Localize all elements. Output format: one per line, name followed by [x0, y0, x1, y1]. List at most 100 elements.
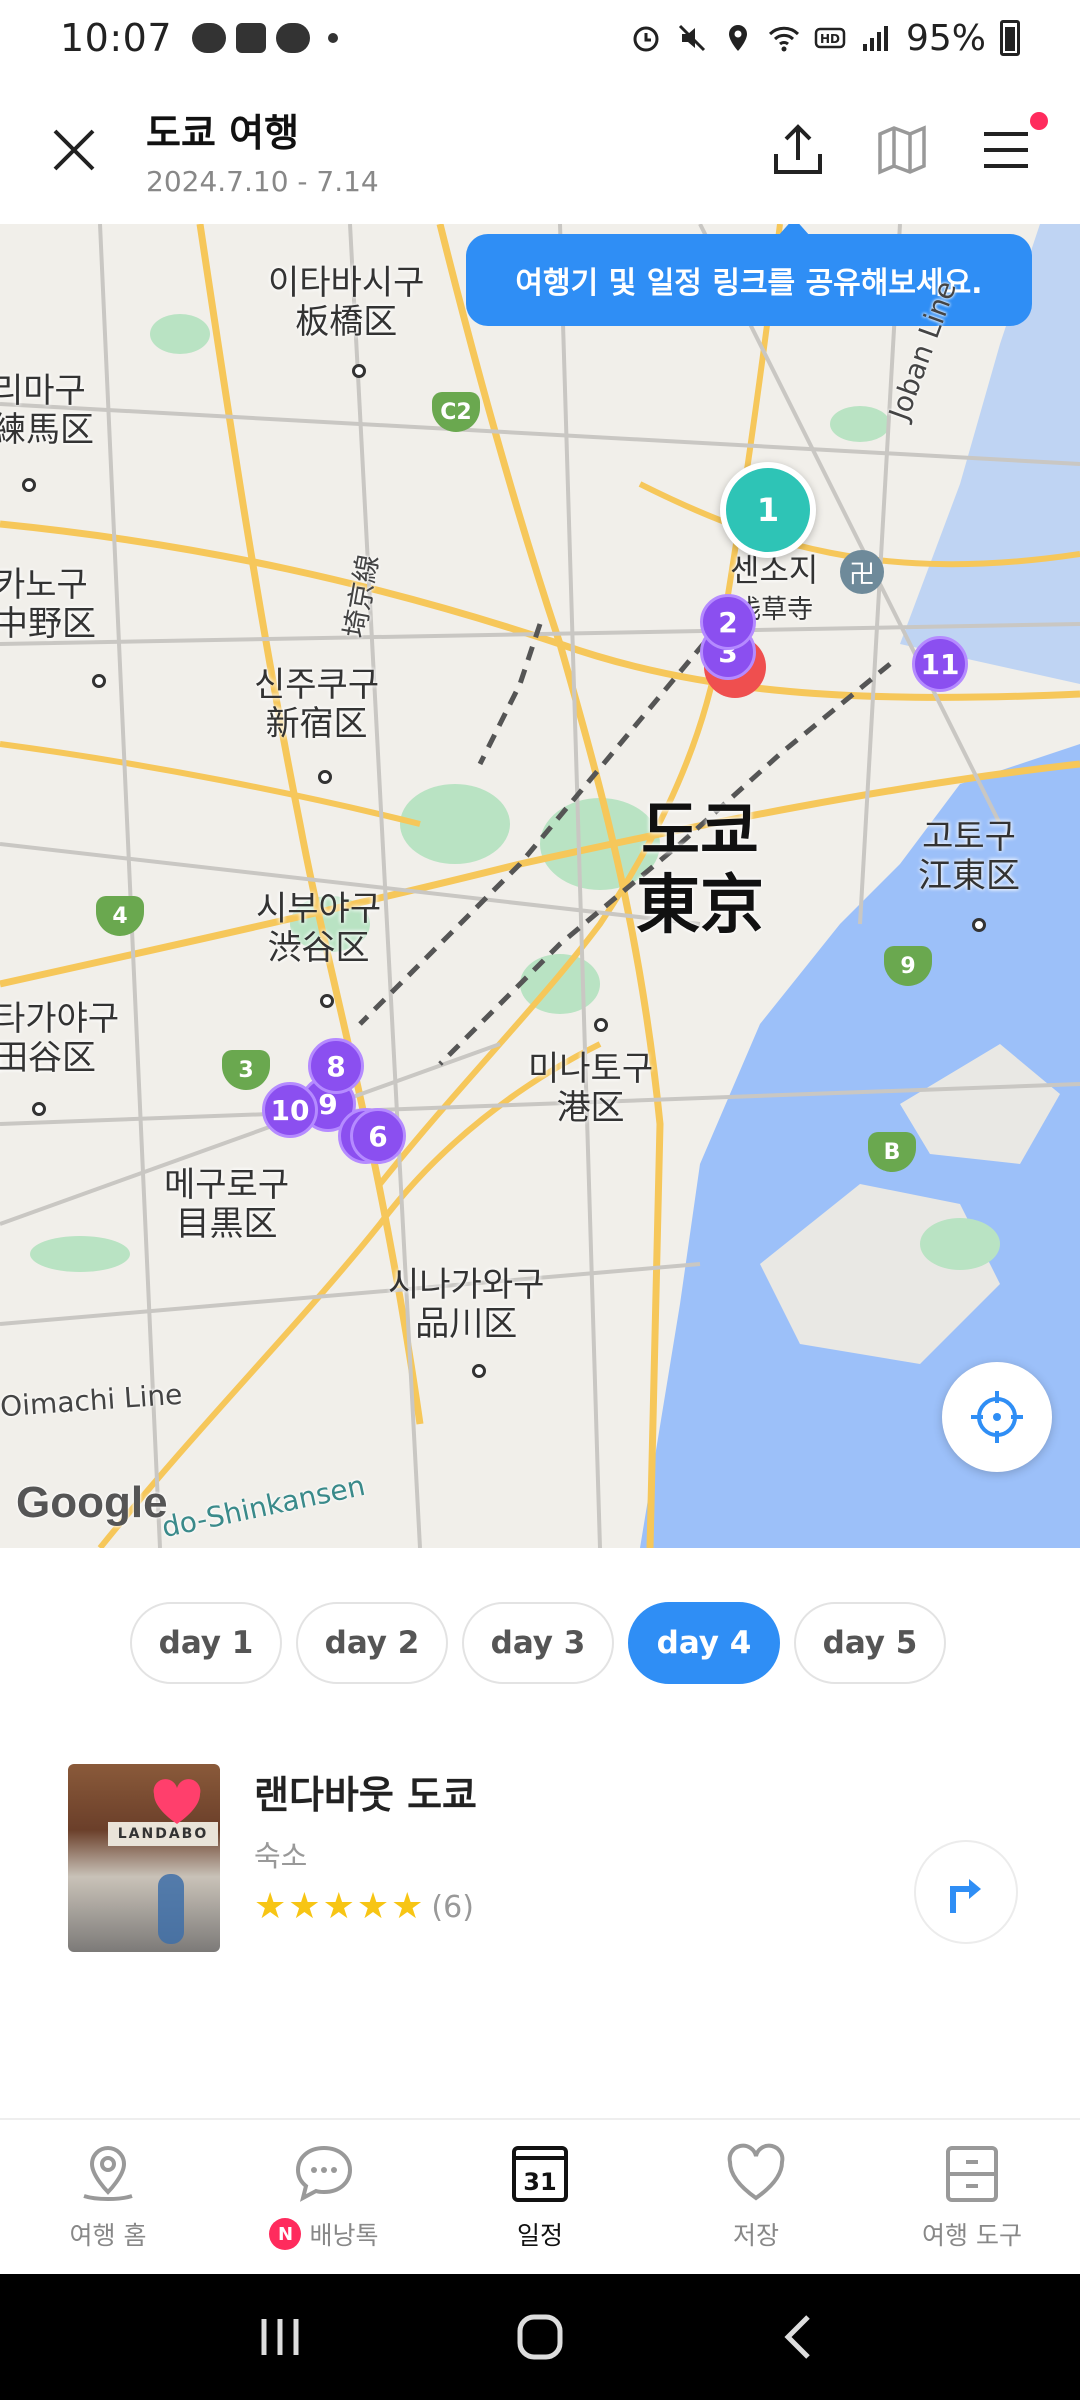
alarm-icon: [633, 26, 659, 52]
map-label-shibuya: 시부야구 渋谷区: [256, 889, 382, 969]
home-button[interactable]: [510, 2307, 570, 2367]
share-button[interactable]: [760, 112, 836, 188]
heart-icon: [727, 2143, 785, 2201]
map-label-shinagawa: 시나가와구 品川区: [388, 1265, 545, 1345]
system-nav-bar: [0, 2274, 1080, 2400]
menu-icon: [984, 132, 1028, 168]
chat-icon: [276, 23, 311, 53]
tab-day-1[interactable]: day 1: [130, 1602, 282, 1684]
place-info: 랜다바웃 도쿄 숙소 ★ ★ ★ ★ ★ (6): [254, 1764, 477, 1925]
tab-day-2[interactable]: day 2: [296, 1602, 448, 1684]
star-icon: ★: [391, 1886, 424, 1927]
chat-bubble-icon: [295, 2145, 353, 2202]
nav-label: 여행 홈: [69, 2221, 147, 2250]
map-view[interactable]: 여행기 및 일정 링크를 공유해보세요. 이타바시구 板橋区 리마구 練馬区 카노구…: [0, 224, 1080, 1548]
place-card[interactable]: LANDABO 랜다바웃 도쿄 숙소 ★ ★ ★ ★ ★ (6): [68, 1764, 1018, 1954]
kakaotalk-icon: [192, 23, 227, 53]
map-poi-dot: [594, 1018, 608, 1032]
nav-travel-tools[interactable]: 여행 도구: [864, 2120, 1080, 2274]
map-pin-8[interactable]: 8: [308, 1038, 364, 1094]
tab-day-3[interactable]: day 3: [462, 1602, 614, 1684]
map-label-nerima: 리마구 練馬区: [0, 371, 94, 451]
app-header: 도쿄 여행 2024.7.10 - 7.14: [0, 76, 1080, 224]
nav-schedule[interactable]: 31 일정: [432, 2120, 648, 2274]
directions-button[interactable]: [914, 1840, 1018, 1944]
map-poi-dot: [32, 1102, 46, 1116]
place-thumbnail[interactable]: LANDABO: [68, 1764, 220, 1952]
map-label-tokyo: 도쿄 東京: [636, 795, 764, 943]
calendar-day-text: 31: [523, 2168, 556, 2196]
my-location-button[interactable]: [942, 1362, 1052, 1472]
trip-dates: 2024.7.10 - 7.14: [146, 165, 379, 198]
map-icon: [878, 125, 926, 175]
nav-backpack-talk[interactable]: N 배낭톡: [216, 2120, 432, 2274]
signal-icon: [862, 26, 888, 51]
nav-label: 여행 도구: [922, 2221, 1022, 2250]
more-notifications-icon: [328, 33, 339, 43]
map-view-button[interactable]: [864, 112, 940, 188]
trip-title-block: 도쿄 여행 2024.7.10 - 7.14: [146, 102, 379, 198]
battery-percent: 95%: [905, 17, 986, 59]
map-label-meguro: 메구로구 目黒区: [164, 1165, 290, 1245]
star-icon: ★: [356, 1886, 390, 1927]
menu-button[interactable]: [968, 112, 1048, 188]
nav-saved[interactable]: 저장: [648, 2120, 864, 2274]
location-icon: [728, 25, 747, 51]
share-icon: [774, 124, 822, 174]
map-poi-dot: [352, 364, 366, 378]
google-logo: Google: [16, 1478, 168, 1527]
map-pin-10[interactable]: 10: [262, 1082, 318, 1138]
map-poi-dot: [318, 770, 332, 784]
star-icon: ★: [288, 1886, 321, 1927]
map-pin-11[interactable]: 11: [912, 636, 968, 692]
nav-label: 일정: [516, 2221, 563, 2250]
toolbox-icon: [946, 2146, 998, 2202]
nav-label: 저장: [732, 2221, 779, 2250]
cafe-icon: [236, 23, 267, 53]
place-rating: ★ ★ ★ ★ ★ (6): [254, 1889, 477, 1925]
map-pin-6[interactable]: 6: [350, 1108, 406, 1164]
star-icon: ★: [254, 1886, 287, 1927]
star-icon: ★: [322, 1886, 355, 1927]
recent-apps-button[interactable]: [250, 2307, 310, 2367]
svg-text:HD: HD: [820, 32, 840, 46]
map-pin-1[interactable]: 1: [720, 462, 816, 558]
new-badge: N: [269, 2218, 302, 2250]
map-label-shinjuku: 신주쿠구 新宿区: [254, 665, 380, 745]
status-time: 10:07: [60, 16, 173, 60]
tab-day-4[interactable]: day 4: [628, 1602, 780, 1684]
nav-label: 배낭톡: [309, 2221, 379, 2250]
map-label-koto: 고토구 江東区: [918, 817, 1020, 897]
bottom-nav: 여행 홈 N 배낭톡 31 일정 저장 여행 도구: [0, 2118, 1080, 2274]
calendar-icon: 31: [512, 2146, 568, 2202]
map-label-setagaya: 타가야구 田谷区: [0, 999, 120, 1079]
notification-dot: [1030, 112, 1048, 130]
map-poi-dot: [22, 478, 36, 492]
location-pin-icon: [83, 2145, 133, 2201]
hd-icon: HD: [814, 27, 846, 49]
rating-count: (6): [431, 1889, 474, 1925]
close-icon: [53, 129, 95, 171]
nav-trip-home[interactable]: 여행 홈: [0, 2120, 216, 2274]
close-button[interactable]: [24, 100, 124, 200]
map-poi-dot: [92, 674, 106, 688]
mute-icon: [678, 24, 706, 52]
map-label-nakano: 카노구 中野区: [0, 565, 96, 645]
map-poi-dot: [472, 1364, 486, 1378]
place-name: 랜다바웃 도쿄: [254, 1773, 477, 1817]
map-label-minato: 미나토구 港区: [528, 1049, 654, 1129]
map-label-itabashi: 이타바시구 板橋区: [268, 263, 425, 343]
directions-icon: [950, 1879, 981, 1913]
back-button[interactable]: [770, 2307, 830, 2367]
tab-day-5[interactable]: day 5: [794, 1602, 946, 1684]
day-tabs: day 1 day 2 day 3 day 4 day 5: [130, 1602, 946, 1684]
map-poi-dot: [320, 994, 334, 1008]
place-category: 숙소: [254, 1839, 308, 1873]
map-pin-2[interactable]: 2: [700, 594, 756, 650]
wifi-icon: [768, 26, 800, 52]
map-poi-dot: [972, 918, 986, 932]
trip-title: 도쿄 여행: [146, 111, 300, 155]
heart-icon: [153, 1779, 201, 1824]
crosshair-icon: [971, 1391, 1023, 1443]
battery-icon: [1000, 20, 1020, 56]
